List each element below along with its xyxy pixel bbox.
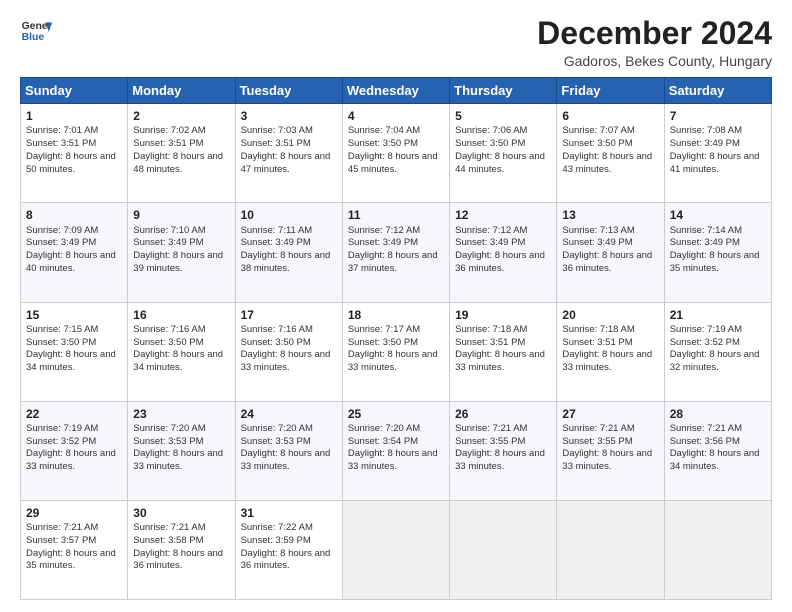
table-row xyxy=(450,500,557,599)
table-row: 8Sunrise: 7:09 AMSunset: 3:49 PMDaylight… xyxy=(21,203,128,302)
table-row: 4Sunrise: 7:04 AMSunset: 3:50 PMDaylight… xyxy=(342,104,449,203)
col-friday: Friday xyxy=(557,78,664,104)
col-tuesday: Tuesday xyxy=(235,78,342,104)
table-row: 7Sunrise: 7:08 AMSunset: 3:49 PMDaylight… xyxy=(664,104,771,203)
table-row: 18Sunrise: 7:17 AMSunset: 3:50 PMDayligh… xyxy=(342,302,449,401)
svg-text:Blue: Blue xyxy=(22,32,45,43)
table-row: 2Sunrise: 7:02 AMSunset: 3:51 PMDaylight… xyxy=(128,104,235,203)
header: General Blue December 2024 Gadoros, Beke… xyxy=(20,16,772,69)
title-block: December 2024 Gadoros, Bekes County, Hun… xyxy=(537,16,772,69)
table-row: 30Sunrise: 7:21 AMSunset: 3:58 PMDayligh… xyxy=(128,500,235,599)
table-row: 14Sunrise: 7:14 AMSunset: 3:49 PMDayligh… xyxy=(664,203,771,302)
table-row: 1Sunrise: 7:01 AMSunset: 3:51 PMDaylight… xyxy=(21,104,128,203)
table-row: 20Sunrise: 7:18 AMSunset: 3:51 PMDayligh… xyxy=(557,302,664,401)
table-row: 15Sunrise: 7:15 AMSunset: 3:50 PMDayligh… xyxy=(21,302,128,401)
logo: General Blue xyxy=(20,16,52,48)
col-monday: Monday xyxy=(128,78,235,104)
col-saturday: Saturday xyxy=(664,78,771,104)
table-row: 19Sunrise: 7:18 AMSunset: 3:51 PMDayligh… xyxy=(450,302,557,401)
table-row: 9Sunrise: 7:10 AMSunset: 3:49 PMDaylight… xyxy=(128,203,235,302)
table-row: 31Sunrise: 7:22 AMSunset: 3:59 PMDayligh… xyxy=(235,500,342,599)
logo-icon: General Blue xyxy=(20,16,52,48)
table-row xyxy=(664,500,771,599)
table-row: 6Sunrise: 7:07 AMSunset: 3:50 PMDaylight… xyxy=(557,104,664,203)
table-row: 3Sunrise: 7:03 AMSunset: 3:51 PMDaylight… xyxy=(235,104,342,203)
table-row: 27Sunrise: 7:21 AMSunset: 3:55 PMDayligh… xyxy=(557,401,664,500)
table-row: 23Sunrise: 7:20 AMSunset: 3:53 PMDayligh… xyxy=(128,401,235,500)
table-row: 10Sunrise: 7:11 AMSunset: 3:49 PMDayligh… xyxy=(235,203,342,302)
table-row: 21Sunrise: 7:19 AMSunset: 3:52 PMDayligh… xyxy=(664,302,771,401)
table-row: 25Sunrise: 7:20 AMSunset: 3:54 PMDayligh… xyxy=(342,401,449,500)
table-row: 17Sunrise: 7:16 AMSunset: 3:50 PMDayligh… xyxy=(235,302,342,401)
table-row: 12Sunrise: 7:12 AMSunset: 3:49 PMDayligh… xyxy=(450,203,557,302)
table-row: 11Sunrise: 7:12 AMSunset: 3:49 PMDayligh… xyxy=(342,203,449,302)
table-row: 29Sunrise: 7:21 AMSunset: 3:57 PMDayligh… xyxy=(21,500,128,599)
subtitle: Gadoros, Bekes County, Hungary xyxy=(537,53,772,69)
calendar-table: Sunday Monday Tuesday Wednesday Thursday… xyxy=(20,77,772,600)
table-row: 26Sunrise: 7:21 AMSunset: 3:55 PMDayligh… xyxy=(450,401,557,500)
table-row xyxy=(342,500,449,599)
table-row: 5Sunrise: 7:06 AMSunset: 3:50 PMDaylight… xyxy=(450,104,557,203)
col-sunday: Sunday xyxy=(21,78,128,104)
table-row xyxy=(557,500,664,599)
table-row: 24Sunrise: 7:20 AMSunset: 3:53 PMDayligh… xyxy=(235,401,342,500)
main-title: December 2024 xyxy=(537,16,772,51)
header-row: Sunday Monday Tuesday Wednesday Thursday… xyxy=(21,78,772,104)
table-row: 16Sunrise: 7:16 AMSunset: 3:50 PMDayligh… xyxy=(128,302,235,401)
col-thursday: Thursday xyxy=(450,78,557,104)
col-wednesday: Wednesday xyxy=(342,78,449,104)
table-row: 28Sunrise: 7:21 AMSunset: 3:56 PMDayligh… xyxy=(664,401,771,500)
table-row: 22Sunrise: 7:19 AMSunset: 3:52 PMDayligh… xyxy=(21,401,128,500)
table-row: 13Sunrise: 7:13 AMSunset: 3:49 PMDayligh… xyxy=(557,203,664,302)
page: General Blue December 2024 Gadoros, Beke… xyxy=(0,0,792,612)
